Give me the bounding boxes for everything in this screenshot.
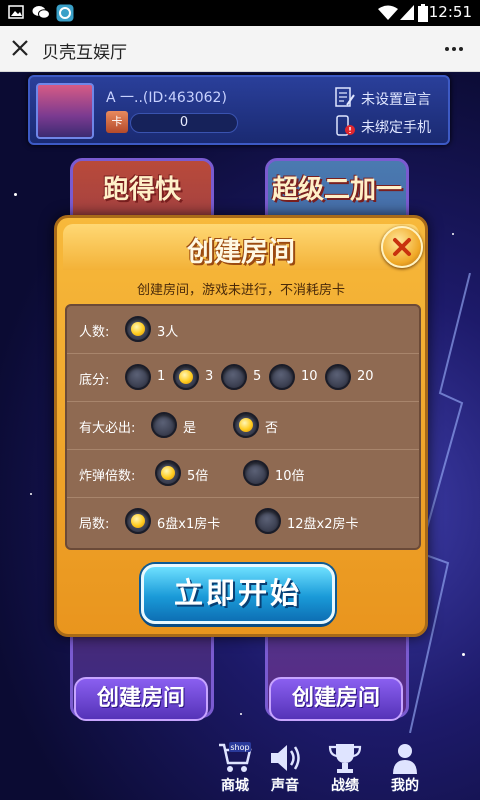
option-row-base-score: 底分: 1 3 5 10 20 — [67, 354, 419, 402]
option-row-players: 人数: 3人 — [67, 306, 419, 354]
option-value: 5 — [253, 369, 262, 384]
person-icon — [393, 744, 417, 774]
create-room-dialog: 创建房间 创建房间，游戏未进行，不消耗房卡 人数: 3人 底分: 1 3 5 1… — [54, 215, 428, 637]
radio-selected[interactable] — [155, 460, 181, 486]
option-row-rounds: 局数: 6盘x1房卡 12盘x2房卡 — [67, 498, 419, 546]
radio-unselected[interactable] — [151, 412, 177, 438]
radio-unselected[interactable] — [255, 508, 281, 534]
option-value: 10 — [301, 369, 318, 384]
nav-sound[interactable]: 声音 — [260, 741, 310, 797]
nav-record[interactable]: 战绩 — [320, 741, 370, 797]
shop-cart-icon: shop — [219, 742, 252, 772]
wifi-icon — [378, 5, 398, 20]
radio-unselected[interactable] — [269, 364, 295, 390]
star — [14, 193, 17, 196]
option-row-must-play-big: 有大必出: 是 否 — [67, 402, 419, 450]
page-title: 贝壳互娱厅 — [42, 43, 127, 63]
phone-label: 未绑定手机 — [361, 120, 431, 136]
nav-shop[interactable]: shop 商城 — [210, 741, 260, 797]
signal-icon — [400, 5, 414, 20]
room-card-count: 0 — [130, 113, 238, 133]
radio-selected[interactable] — [125, 508, 151, 534]
option-value: 6盘x1房卡 — [157, 517, 221, 532]
app-icon — [56, 4, 74, 22]
room-card-icon: 卡 — [106, 111, 128, 133]
start-now-button[interactable]: 立即开始 — [141, 564, 335, 624]
radio-selected[interactable] — [173, 364, 199, 390]
app-bar: 贝壳互娱厅 — [0, 26, 480, 72]
option-value: 20 — [357, 369, 374, 384]
option-value: 5倍 — [187, 469, 209, 484]
user-name-id: A 一..(ID:463062) — [106, 90, 227, 106]
create-room-button[interactable]: 创建房间 — [74, 677, 208, 721]
star — [30, 493, 32, 495]
create-room-button[interactable]: 创建房间 — [269, 677, 403, 721]
option-value: 3 — [205, 369, 214, 384]
radio-selected[interactable] — [233, 412, 259, 438]
radio-selected[interactable] — [125, 316, 151, 342]
option-value: 1 — [157, 369, 166, 384]
user-panel: A 一..(ID:463062) 卡 0 未设置宣言 未绑定手机 — [28, 75, 450, 145]
game-title: 超级二加一 — [271, 175, 402, 205]
phone-alert-icon — [336, 115, 355, 136]
radio-unselected[interactable] — [325, 364, 351, 390]
nav-label: 我的 — [391, 778, 419, 794]
radio-unselected[interactable] — [221, 364, 247, 390]
option-value: 是 — [183, 421, 197, 436]
option-value: 12盘x2房卡 — [287, 517, 359, 532]
clock: 12:51 — [428, 3, 472, 21]
option-value: 3人 — [157, 325, 179, 340]
option-label: 底分: — [79, 373, 110, 388]
game-title: 跑得快 — [102, 175, 181, 205]
nav-label: 商城 — [221, 778, 249, 794]
wechat-icon — [32, 6, 50, 19]
radio-unselected[interactable] — [125, 364, 151, 390]
battery-icon — [418, 4, 428, 22]
option-row-bomb-multiplier: 炸弹倍数: 5倍 10倍 — [67, 450, 419, 498]
dialog-close-button[interactable] — [381, 226, 423, 268]
shop-badge: shop — [230, 743, 249, 752]
star — [452, 233, 454, 235]
dialog-notice: 创建房间，游戏未进行，不消耗房卡 — [136, 283, 345, 298]
image-icon — [8, 5, 24, 19]
options-panel: 人数: 3人 底分: 1 3 5 10 20 有大必出: 是 否 炸弹倍数: 5… — [65, 304, 421, 550]
avatar[interactable] — [36, 83, 94, 139]
close-icon — [393, 238, 411, 256]
option-label: 人数: — [79, 325, 110, 340]
dialog-title-bar: 创建房间 — [63, 224, 419, 270]
option-value: 否 — [265, 421, 279, 436]
status-bar: 12:51 — [0, 0, 480, 26]
declaration-label: 未设置宣言 — [361, 92, 431, 108]
star — [240, 713, 242, 715]
option-label: 有大必出: — [79, 421, 136, 436]
nav-label: 战绩 — [331, 778, 359, 794]
close-icon[interactable] — [10, 38, 30, 58]
speaker-icon — [271, 745, 300, 771]
trophy-icon — [328, 744, 362, 773]
more-icon[interactable] — [444, 40, 464, 58]
nav-mine[interactable]: 我的 — [380, 741, 430, 797]
dialog-title: 创建房间 — [187, 237, 295, 268]
radio-unselected[interactable] — [243, 460, 269, 486]
option-value: 10倍 — [275, 469, 305, 484]
option-label: 局数: — [79, 517, 110, 532]
edit-note-icon — [335, 87, 355, 107]
nav-label: 声音 — [271, 778, 299, 794]
option-label: 炸弹倍数: — [79, 469, 136, 484]
